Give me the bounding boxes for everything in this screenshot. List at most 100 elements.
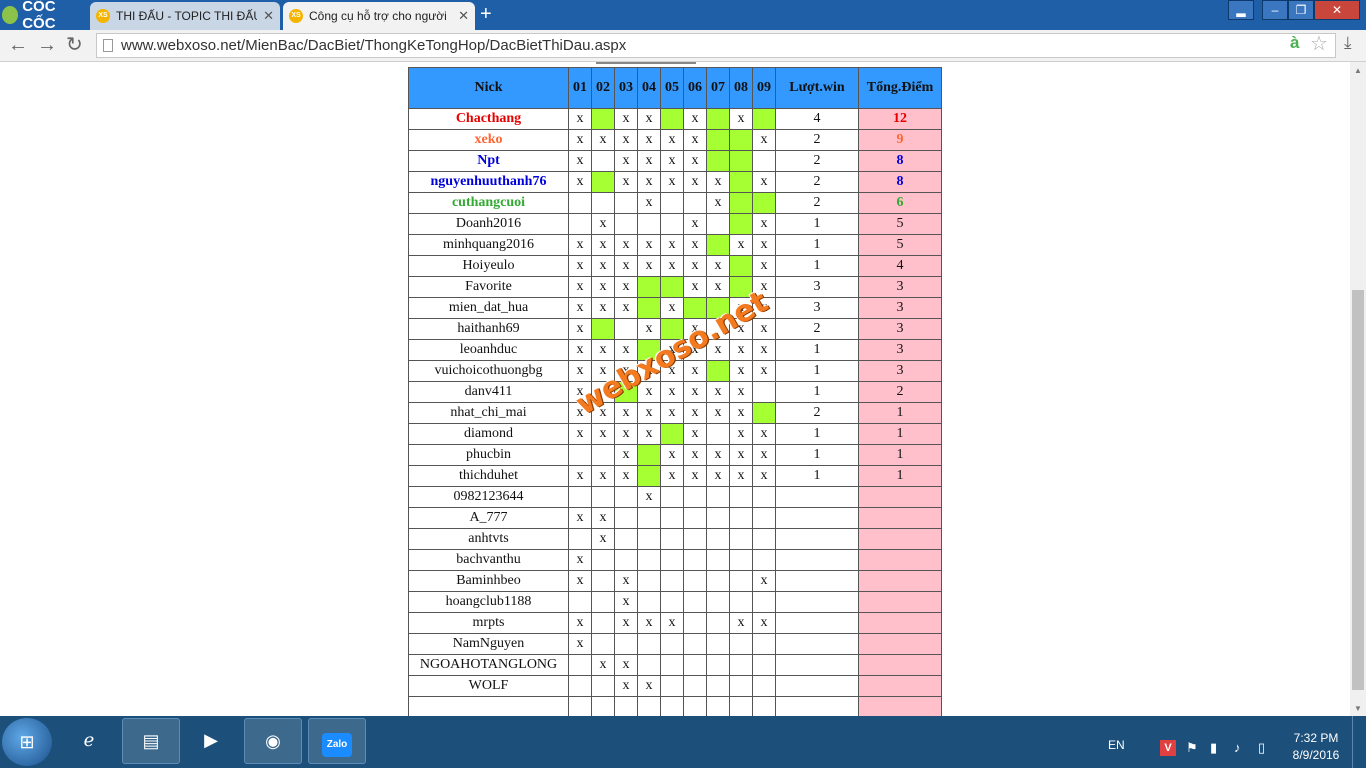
- user-profile-icon[interactable]: ▂: [1228, 0, 1254, 20]
- tab-close-icon[interactable]: ✕: [458, 8, 469, 24]
- maximize-button[interactable]: ❐: [1288, 0, 1314, 20]
- battery-icon[interactable]: ▯: [1258, 740, 1265, 756]
- day-cell: [706, 360, 730, 382]
- total-cell: [858, 633, 942, 655]
- network-signal-icon[interactable]: ▮: [1210, 740, 1217, 756]
- total-cell: 2: [858, 381, 942, 403]
- close-window-button[interactable]: ✕: [1314, 0, 1360, 20]
- table-row: 0982123644 x: [408, 486, 942, 508]
- day-cell: x: [729, 402, 753, 424]
- internet-explorer-icon[interactable]: ℯ: [60, 718, 118, 764]
- wins-cell: 1: [775, 423, 859, 445]
- day-cell: x: [660, 444, 684, 466]
- day-cell: [591, 150, 615, 172]
- nick-cell: Baminhbeo: [408, 570, 569, 592]
- day-cell: x: [568, 339, 592, 361]
- scrollbar-thumb[interactable]: [1352, 290, 1364, 690]
- day-cell: [729, 150, 753, 172]
- media-player-icon[interactable]: ▶: [182, 718, 240, 764]
- day-cell: [752, 633, 776, 655]
- day-cell: x: [752, 339, 776, 361]
- day-cell: x: [752, 297, 776, 319]
- minimize-button[interactable]: –: [1262, 0, 1288, 20]
- day-cell: x: [568, 234, 592, 256]
- vietkey-icon[interactable]: V: [1160, 740, 1176, 756]
- day-cell: x: [614, 402, 638, 424]
- day-cell: x: [752, 255, 776, 277]
- day-cell: x: [568, 360, 592, 382]
- zalo-taskbar-icon[interactable]: Zalo: [308, 718, 366, 764]
- day-cell: [683, 570, 707, 592]
- show-desktop-button[interactable]: [1352, 716, 1366, 768]
- day-cell: [683, 612, 707, 634]
- day-cell: [591, 591, 615, 613]
- tab-close-icon[interactable]: ✕: [263, 8, 274, 24]
- scroll-down-icon[interactable]: ▼: [1354, 704, 1362, 713]
- volume-icon[interactable]: ♪: [1234, 740, 1241, 755]
- system-clock[interactable]: 7:32 PM 8/9/2016: [1286, 730, 1346, 764]
- language-indicator[interactable]: EN: [1108, 738, 1125, 752]
- day-cell: x: [729, 465, 753, 487]
- start-button[interactable]: ⊞: [2, 718, 52, 766]
- day-cell: x: [752, 318, 776, 340]
- header-col: 01: [568, 67, 592, 109]
- day-cell: x: [614, 465, 638, 487]
- address-bar[interactable]: www.webxoso.net/MienBac/DacBiet/ThongKeT…: [96, 33, 1336, 58]
- day-cell: [683, 507, 707, 529]
- tab-thi-dau[interactable]: XS THI ĐẤU - TOPIC THI ĐẤU ✕: [90, 2, 280, 30]
- wins-cell: [775, 696, 859, 716]
- total-cell: 3: [858, 339, 942, 361]
- file-explorer-icon[interactable]: ▤: [122, 718, 180, 764]
- table-row: A_777 x x: [408, 507, 942, 529]
- download-icon[interactable]: ⤓: [1344, 33, 1352, 53]
- day-cell: x: [568, 129, 592, 151]
- scrollbar[interactable]: ▲ ▼: [1350, 62, 1366, 716]
- table-row: nguyenhuuthanh76 x x x x x x x 2 8: [408, 171, 942, 193]
- day-cell: [591, 108, 615, 130]
- table-row: Hoiyeulo x x x x x x x x 1 4: [408, 255, 942, 277]
- nick-cell: diamond: [408, 423, 569, 445]
- nick-cell: xeko: [408, 129, 569, 151]
- day-cell: [729, 276, 753, 298]
- wins-cell: [775, 633, 859, 655]
- scroll-up-icon[interactable]: ▲: [1354, 66, 1362, 75]
- nick-cell: Npt: [408, 150, 569, 172]
- day-cell: [729, 507, 753, 529]
- day-cell: x: [568, 423, 592, 445]
- day-cell: [683, 549, 707, 571]
- day-cell: [637, 339, 661, 361]
- coccoc-taskbar-icon[interactable]: ◉: [244, 718, 302, 764]
- table-row: thichduhet x x x x x x x x 1 1: [408, 465, 942, 487]
- day-cell: [660, 675, 684, 697]
- coccoc-extension-icon[interactable]: à: [1290, 33, 1299, 53]
- day-cell: x: [660, 297, 684, 319]
- day-cell: x: [683, 276, 707, 298]
- day-cell: x: [591, 402, 615, 424]
- total-cell: 1: [858, 423, 942, 445]
- day-cell: [591, 612, 615, 634]
- day-cell: [591, 675, 615, 697]
- day-cell: x: [568, 150, 592, 172]
- day-cell: [614, 318, 638, 340]
- day-cell: x: [591, 297, 615, 319]
- total-cell: 3: [858, 276, 942, 298]
- reload-icon[interactable]: ↻: [66, 34, 83, 56]
- action-center-flag-icon[interactable]: ⚑: [1186, 740, 1198, 756]
- bookmark-star-icon[interactable]: ☆: [1310, 31, 1328, 56]
- coccoc-logo[interactable]: CỐC CỐC: [2, 0, 86, 32]
- day-cell: x: [637, 171, 661, 193]
- day-cell: [729, 213, 753, 235]
- day-cell: x: [568, 255, 592, 277]
- wins-cell: [775, 612, 859, 634]
- table-row: Chacthang x x x x x 4 12: [408, 108, 942, 130]
- day-cell: [706, 612, 730, 634]
- day-cell: x: [568, 402, 592, 424]
- zalo-label: Zalo: [322, 733, 352, 757]
- back-arrow-icon[interactable]: ←: [8, 34, 28, 56]
- nick-cell: anhtvts: [408, 528, 569, 550]
- new-tab-button[interactable]: +: [480, 4, 492, 24]
- forward-arrow-icon[interactable]: →: [37, 34, 57, 56]
- total-cell: 1: [858, 465, 942, 487]
- day-cell: x: [614, 360, 638, 382]
- tab-cong-cu[interactable]: XS Công cụ hỗ trợ cho người ✕: [283, 2, 475, 30]
